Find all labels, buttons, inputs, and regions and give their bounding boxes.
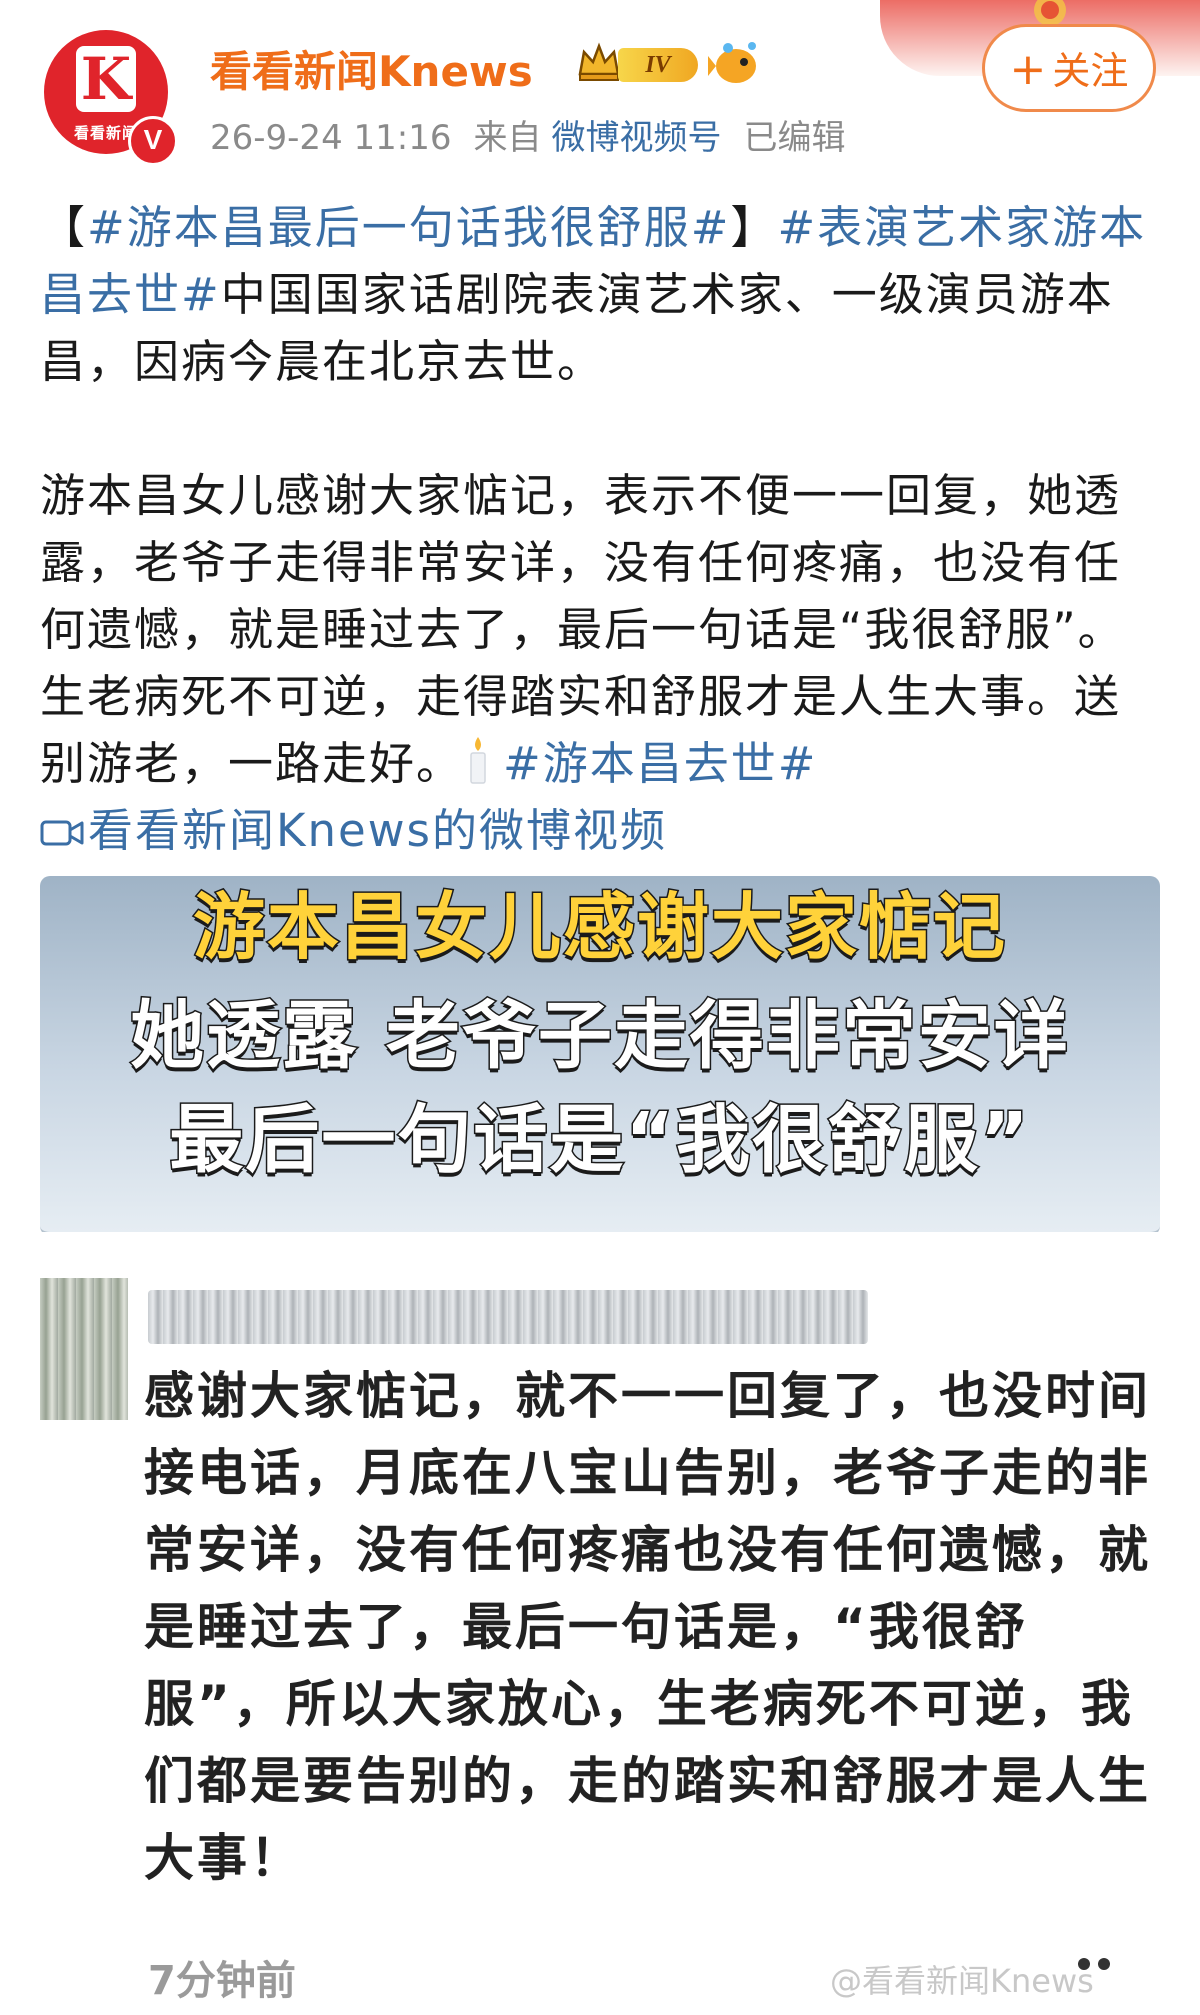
username[interactable]: 看看新闻Knews — [210, 38, 533, 99]
level-badge: IV — [618, 48, 698, 82]
brand-logo-icon: K — [76, 46, 136, 112]
post-paragraph-1: 【#游本昌最后一句话我很舒服#】#表演艺术家游本昌去世#中国国家话剧院表演艺术家… — [40, 194, 1165, 395]
verified-icon: V — [128, 116, 178, 166]
candle-icon — [470, 737, 486, 784]
more-dots-icon — [1078, 1958, 1110, 1970]
hashtag-last-words[interactable]: #游本昌最后一句话我很舒服# — [87, 201, 730, 254]
hashtag-you-benchang[interactable]: #游本昌去世# — [503, 737, 817, 790]
thumbnail-caption-3: 最后一句话是“我很舒服” — [168, 1096, 1031, 1185]
edited-label: 已编辑 — [743, 118, 846, 158]
source-prefix: 来自 — [473, 118, 542, 158]
plus-icon: + — [1009, 44, 1047, 95]
post-header: K 看看新闻 V 看看新闻Knews IV 26-9-24 11:16 来自 微博视… — [0, 0, 1200, 166]
follow-button[interactable]: + 关注 — [982, 24, 1156, 112]
crown-icon — [578, 42, 620, 81]
bracket-close: 】 — [730, 201, 778, 254]
fish-icon — [708, 42, 756, 83]
video-link[interactable]: 看看新闻Knews的微博视频 — [40, 804, 667, 857]
video-link-label: 看看新闻Knews的微博视频 — [88, 804, 667, 857]
video-link-row: 看看新闻Knews的微博视频 — [40, 797, 1165, 864]
thumbnail-caption-2: 她透露 老爷子走得非常安详 — [129, 992, 1070, 1081]
source-link[interactable]: 微博视频号 — [552, 118, 722, 158]
comment-screenshot[interactable]: 感谢大家惦记，就不一一回复了，也没时间接电话，月底在八宝山告别，老爷子走的非常安… — [40, 1232, 1165, 2015]
post-paragraph-2: 游本昌女儿感谢大家惦记，表示不便一一回复，她透露，老爷子走得非常安详，没有任何疼… — [40, 462, 1165, 797]
post-meta: 26-9-24 11:16 来自 微博视频号 已编辑 — [210, 110, 868, 159]
post-body: 【#游本昌最后一句话我很舒服#】#表演艺术家游本昌去世#中国国家话剧院表演艺术家… — [40, 194, 1165, 864]
comment-text: 感谢大家惦记，就不一一回复了，也没时间接电话，月底在八宝山告别，老爷子走的非常安… — [144, 1367, 1151, 1887]
bracket-open: 【 — [40, 201, 88, 254]
blurred-username — [148, 1290, 868, 1344]
post-timestamp: 26-9-24 11:16 — [210, 118, 452, 158]
thumbnail-caption-1: 游本昌女儿感谢大家惦记 — [191, 884, 1007, 971]
comment-time: 7分钟前 — [148, 1958, 296, 2004]
blurred-avatar — [40, 1278, 128, 1420]
video-thumbnail[interactable]: 游本昌女儿感谢大家惦记 她透露 老爷子走得非常安详 最后一句话是“我很舒服” — [40, 876, 1160, 1236]
watermark: @看看新闻Knews — [830, 1962, 1094, 2000]
video-icon — [40, 820, 84, 846]
follow-label: 关注 — [1052, 49, 1129, 93]
